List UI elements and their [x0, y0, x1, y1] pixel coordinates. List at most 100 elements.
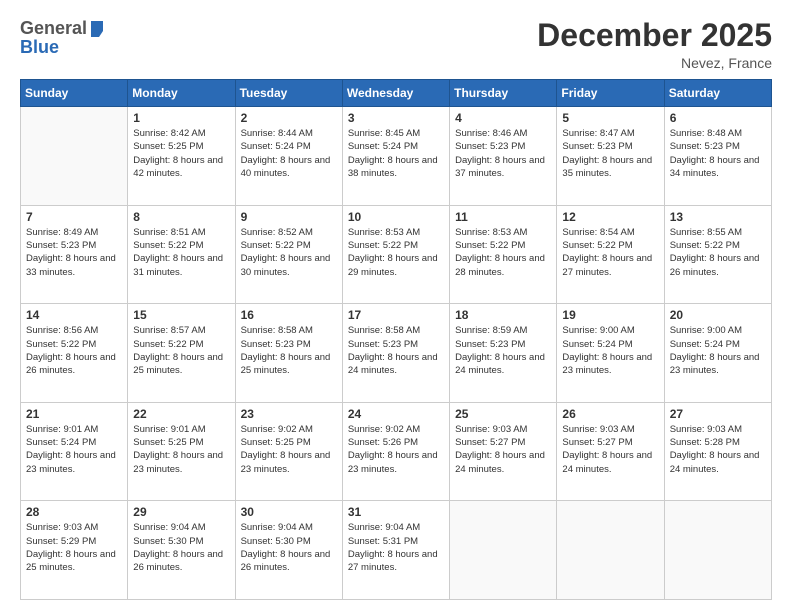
- table-row: 24 Sunrise: 9:02 AM Sunset: 5:26 PM Dayli…: [342, 402, 449, 501]
- day-info: Sunrise: 8:45 AM Sunset: 5:24 PM Dayligh…: [348, 127, 444, 180]
- col-wednesday: Wednesday: [342, 80, 449, 107]
- table-row: [450, 501, 557, 600]
- table-row: 19 Sunrise: 9:00 AM Sunset: 5:24 PM Dayli…: [557, 304, 664, 403]
- day-info: Sunrise: 9:01 AM Sunset: 5:24 PM Dayligh…: [26, 423, 122, 476]
- calendar-week-row: 14 Sunrise: 8:56 AM Sunset: 5:22 PM Dayli…: [21, 304, 772, 403]
- day-number: 19: [562, 308, 658, 322]
- table-row: 9 Sunrise: 8:52 AM Sunset: 5:22 PM Daylig…: [235, 205, 342, 304]
- table-row: 27Sunrise: 9:03 AM Sunset: 5:28 PM Dayli…: [664, 402, 771, 501]
- day-number: 28: [26, 505, 122, 519]
- day-info: Sunrise: 8:51 AM Sunset: 5:22 PM Dayligh…: [133, 226, 229, 279]
- table-row: 30Sunrise: 9:04 AM Sunset: 5:30 PM Dayli…: [235, 501, 342, 600]
- table-row: 28 Sunrise: 9:03 AM Sunset: 5:29 PM Dayli…: [21, 501, 128, 600]
- col-thursday: Thursday: [450, 80, 557, 107]
- day-number: 3: [348, 111, 444, 125]
- logo-general: General: [20, 18, 87, 39]
- day-info: Sunrise: 9:02 AM Sunset: 5:25 PM Dayligh…: [241, 423, 337, 476]
- table-row: 21 Sunrise: 9:01 AM Sunset: 5:24 PM Dayli…: [21, 402, 128, 501]
- day-number: 11: [455, 210, 551, 224]
- day-number: 21: [26, 407, 122, 421]
- day-info: Sunrise: 8:42 AM Sunset: 5:25 PM Dayligh…: [133, 127, 229, 180]
- day-number: 2: [241, 111, 337, 125]
- day-info: Sunrise: 9:03 AM Sunset: 5:29 PM Dayligh…: [26, 521, 122, 574]
- table-row: 6 Sunrise: 8:48 AM Sunset: 5:23 PM Daylig…: [664, 107, 771, 206]
- day-number: 29: [133, 505, 229, 519]
- day-info: Sunrise: 9:00 AM Sunset: 5:24 PM Dayligh…: [562, 324, 658, 377]
- table-row: 4Sunrise: 8:46 AM Sunset: 5:23 PM Daylig…: [450, 107, 557, 206]
- day-info: Sunrise: 8:52 AM Sunset: 5:22 PM Dayligh…: [241, 226, 337, 279]
- table-row: 13 Sunrise: 8:55 AM Sunset: 5:22 PM Dayli…: [664, 205, 771, 304]
- table-row: 11 Sunrise: 8:53 AM Sunset: 5:22 PM Dayli…: [450, 205, 557, 304]
- table-row: 18 Sunrise: 8:59 AM Sunset: 5:23 PM Dayli…: [450, 304, 557, 403]
- day-number: 23: [241, 407, 337, 421]
- table-row: 15 Sunrise: 8:57 AM Sunset: 5:22 PM Dayli…: [128, 304, 235, 403]
- day-info: Sunrise: 8:53 AM Sunset: 5:22 PM Dayligh…: [455, 226, 551, 279]
- day-info: Sunrise: 8:59 AM Sunset: 5:23 PM Dayligh…: [455, 324, 551, 377]
- day-number: 16: [241, 308, 337, 322]
- day-number: 6: [670, 111, 766, 125]
- day-number: 26: [562, 407, 658, 421]
- table-row: 5Sunrise: 8:47 AM Sunset: 5:23 PM Daylig…: [557, 107, 664, 206]
- day-info: Sunrise: 8:46 AM Sunset: 5:23 PM Dayligh…: [455, 127, 551, 180]
- table-row: 29 Sunrise: 9:04 AM Sunset: 5:30 PM Dayli…: [128, 501, 235, 600]
- logo: General Blue: [20, 18, 105, 58]
- page: General Blue December 2025 Nevez, France…: [0, 0, 792, 612]
- calendar-week-row: 28 Sunrise: 9:03 AM Sunset: 5:29 PM Dayli…: [21, 501, 772, 600]
- day-number: 18: [455, 308, 551, 322]
- day-number: 30: [241, 505, 337, 519]
- day-info: Sunrise: 8:49 AM Sunset: 5:23 PM Dayligh…: [26, 226, 122, 279]
- table-row: [664, 501, 771, 600]
- calendar-header-row: Sunday Monday Tuesday Wednesday Thursday…: [21, 80, 772, 107]
- day-number: 9: [241, 210, 337, 224]
- day-number: 27: [670, 407, 766, 421]
- table-row: 16 Sunrise: 8:58 AM Sunset: 5:23 PM Dayli…: [235, 304, 342, 403]
- table-row: 20 Sunrise: 9:00 AM Sunset: 5:24 PM Dayli…: [664, 304, 771, 403]
- table-row: 10Sunrise: 8:53 AM Sunset: 5:22 PM Dayli…: [342, 205, 449, 304]
- table-row: 25Sunrise: 9:03 AM Sunset: 5:27 PM Dayli…: [450, 402, 557, 501]
- table-row: 26Sunrise: 9:03 AM Sunset: 5:27 PM Dayli…: [557, 402, 664, 501]
- day-number: 22: [133, 407, 229, 421]
- day-info: Sunrise: 9:01 AM Sunset: 5:25 PM Dayligh…: [133, 423, 229, 476]
- day-info: Sunrise: 8:56 AM Sunset: 5:22 PM Dayligh…: [26, 324, 122, 377]
- day-number: 7: [26, 210, 122, 224]
- table-row: 3 Sunrise: 8:45 AM Sunset: 5:24 PM Daylig…: [342, 107, 449, 206]
- title-section: December 2025 Nevez, France: [537, 18, 772, 71]
- day-number: 13: [670, 210, 766, 224]
- day-info: Sunrise: 8:48 AM Sunset: 5:23 PM Dayligh…: [670, 127, 766, 180]
- table-row: 14 Sunrise: 8:56 AM Sunset: 5:22 PM Dayli…: [21, 304, 128, 403]
- day-info: Sunrise: 8:58 AM Sunset: 5:23 PM Dayligh…: [348, 324, 444, 377]
- col-friday: Friday: [557, 80, 664, 107]
- day-number: 31: [348, 505, 444, 519]
- day-info: Sunrise: 8:55 AM Sunset: 5:22 PM Dayligh…: [670, 226, 766, 279]
- col-saturday: Saturday: [664, 80, 771, 107]
- day-number: 10: [348, 210, 444, 224]
- day-info: Sunrise: 9:00 AM Sunset: 5:24 PM Dayligh…: [670, 324, 766, 377]
- day-info: Sunrise: 8:57 AM Sunset: 5:22 PM Dayligh…: [133, 324, 229, 377]
- table-row: 22 Sunrise: 9:01 AM Sunset: 5:25 PM Dayli…: [128, 402, 235, 501]
- day-info: Sunrise: 8:47 AM Sunset: 5:23 PM Dayligh…: [562, 127, 658, 180]
- day-info: Sunrise: 8:58 AM Sunset: 5:23 PM Dayligh…: [241, 324, 337, 377]
- table-row: 17Sunrise: 8:58 AM Sunset: 5:23 PM Dayli…: [342, 304, 449, 403]
- day-number: 20: [670, 308, 766, 322]
- table-row: 1Sunrise: 8:42 AM Sunset: 5:25 PM Daylig…: [128, 107, 235, 206]
- location: Nevez, France: [537, 55, 772, 71]
- table-row: 31Sunrise: 9:04 AM Sunset: 5:31 PM Dayli…: [342, 501, 449, 600]
- col-tuesday: Tuesday: [235, 80, 342, 107]
- calendar: Sunday Monday Tuesday Wednesday Thursday…: [20, 79, 772, 600]
- table-row: 2Sunrise: 8:44 AM Sunset: 5:24 PM Daylig…: [235, 107, 342, 206]
- col-monday: Monday: [128, 80, 235, 107]
- calendar-week-row: 1Sunrise: 8:42 AM Sunset: 5:25 PM Daylig…: [21, 107, 772, 206]
- table-row: [21, 107, 128, 206]
- header: General Blue December 2025 Nevez, France: [20, 18, 772, 71]
- month-title: December 2025: [537, 18, 772, 53]
- table-row: 23 Sunrise: 9:02 AM Sunset: 5:25 PM Dayli…: [235, 402, 342, 501]
- day-info: Sunrise: 9:04 AM Sunset: 5:30 PM Dayligh…: [133, 521, 229, 574]
- day-number: 24: [348, 407, 444, 421]
- table-row: 7 Sunrise: 8:49 AM Sunset: 5:23 PM Daylig…: [21, 205, 128, 304]
- day-number: 14: [26, 308, 122, 322]
- calendar-week-row: 21 Sunrise: 9:01 AM Sunset: 5:24 PM Dayli…: [21, 402, 772, 501]
- day-info: Sunrise: 8:54 AM Sunset: 5:22 PM Dayligh…: [562, 226, 658, 279]
- day-number: 15: [133, 308, 229, 322]
- logo-blue: Blue: [20, 37, 59, 58]
- day-info: Sunrise: 9:02 AM Sunset: 5:26 PM Dayligh…: [348, 423, 444, 476]
